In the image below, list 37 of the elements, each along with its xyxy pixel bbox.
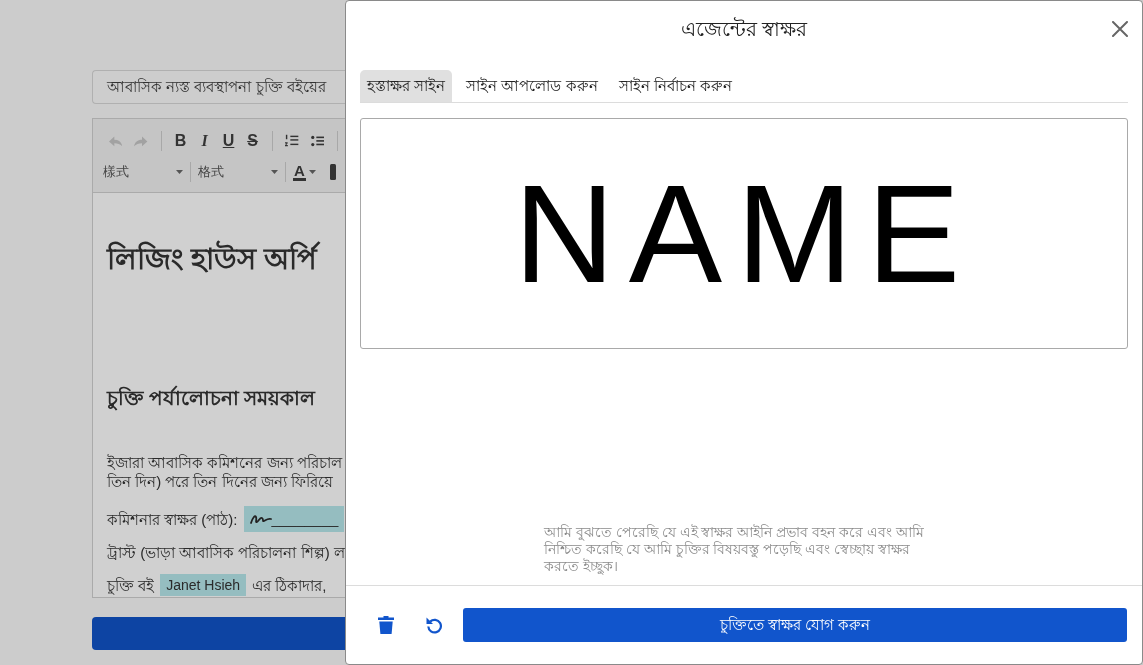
paragraph-line: ইজারা আবাসিক কমিশনের জন্য পরিচাল: [107, 453, 344, 472]
signature-pad[interactable]: NAME: [360, 118, 1128, 349]
caret-icon: [308, 169, 316, 174]
title-field[interactable]: আবাসিক ন্যস্ত ব্যবস্থাপনা চুক্তি বইয়ের: [92, 70, 345, 104]
consent-text: আমি বুঝতে পেরেছি যে এই স্বাক্ষর আইনি প্রভাব বহন করে এবং আমি নিশ্চিত করেছি যে আমি চুক্তির বিষয়বস্তু পড়েছি এবং স্বেচ্ছায় স্বাক্ষর করতে ইচ্ছুক।: [544, 524, 925, 575]
square-icon[interactable]: [329, 163, 336, 180]
trash-icon[interactable]: [378, 616, 394, 634]
tab[interactable]: হস্তাক্ষর সাইন: [360, 70, 453, 102]
text-color-button[interactable]: A: [293, 162, 316, 181]
strikethrough-button[interactable]: S: [240, 130, 265, 151]
signature-field[interactable]: ________: [243, 506, 345, 532]
handwritten-signature: NAME: [513, 163, 975, 304]
paragraph-text: চুক্তি বই: [107, 575, 155, 595]
editor-area[interactable]: [92, 193, 345, 598]
styles-dropdown[interactable]: 樣式: [103, 161, 183, 182]
bold-button[interactable]: B: [168, 130, 193, 151]
circular-arrow-icon[interactable]: [426, 616, 443, 634]
close-icon[interactable]: [1112, 21, 1128, 37]
name-field[interactable]: Janet Hsieh: [160, 574, 247, 596]
field-label: কমিশনার স্বাক্ষর (পাঠ):: [107, 509, 238, 529]
numbered-list-icon[interactable]: [285, 133, 299, 148]
dialog-title: এজেন্টের স্বাক্ষর: [680, 17, 808, 41]
underline-button[interactable]: U: [216, 130, 241, 151]
caret-icon: [271, 169, 278, 174]
tab[interactable]: সাইন নির্বাচন করুন: [611, 70, 739, 102]
tab[interactable]: সাইন আপলোড করুন: [459, 70, 605, 102]
caret-icon: [176, 169, 183, 174]
bullet-list-icon[interactable]: [310, 134, 325, 147]
section-heading: চুক্তি পর্যালোচনা সময়কাল: [107, 387, 317, 409]
paragraph-line: ট্রাস্ট (ভাড়া আবাসিক পরিচালনা শিল্প) ল: [107, 543, 345, 562]
document-heading: লিজিং হাউস অর্পি: [107, 239, 345, 279]
format-dropdown[interactable]: 格式: [198, 161, 278, 182]
signature-squiggle-icon: [249, 513, 272, 525]
paragraph-text: এর ঠিকাদার,: [252, 575, 327, 595]
add-signature-button[interactable]: চুক্তিতে স্বাক্ষর যোগ করুন: [463, 608, 1127, 642]
italic-button[interactable]: I: [192, 130, 217, 151]
paragraph-line: তিন দিন) পরে তিন দিনের জন্য ফিরিয়ে: [107, 472, 334, 491]
